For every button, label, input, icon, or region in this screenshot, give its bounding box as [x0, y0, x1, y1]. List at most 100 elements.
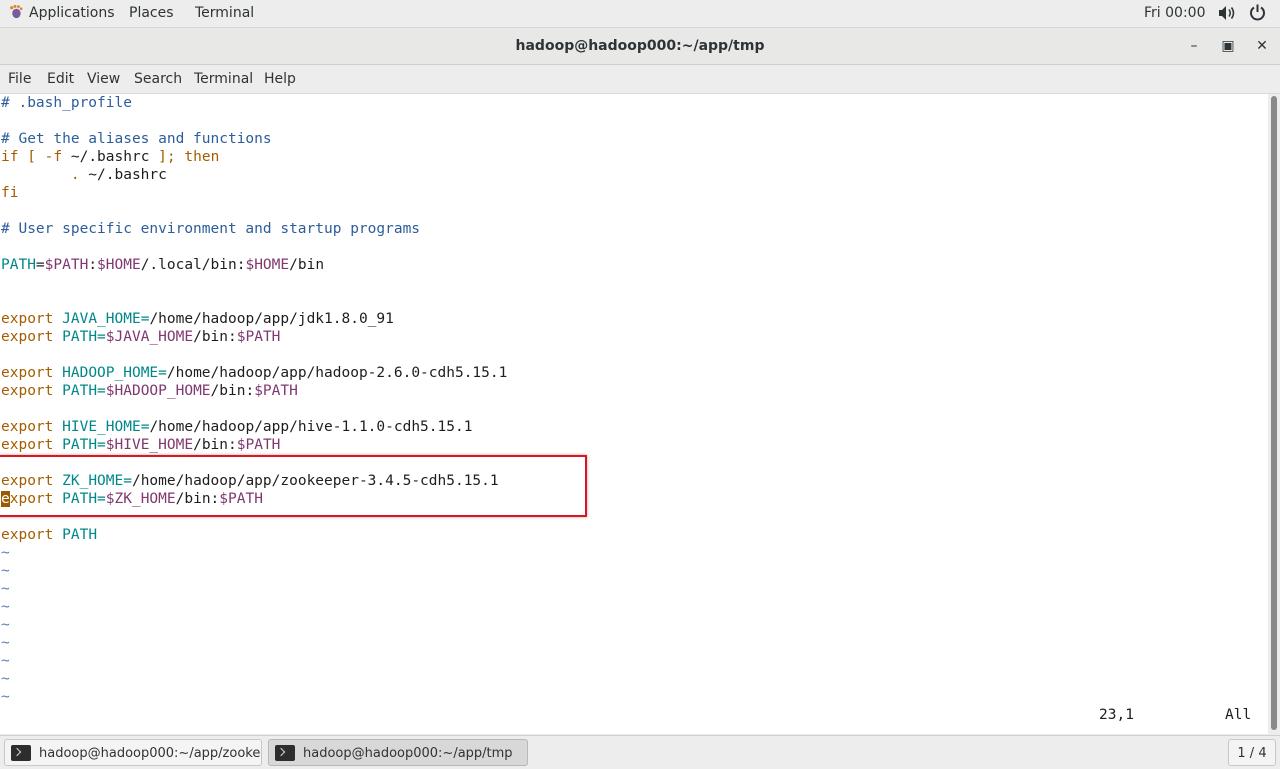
code-token: $HIVE_HOME	[105, 437, 194, 453]
code-token: /home/hadoop/app/hadoop-2.6.0-cdh5.15.1	[166, 365, 508, 381]
code-token: $JAVA_HOME	[105, 329, 194, 345]
editor-line: if [ -f ~/.bashrc ]; then	[1, 148, 219, 166]
task-tmp-terminal[interactable]: hadoop@hadoop000:~/app/tmp	[268, 739, 528, 766]
code-token: # .bash_profile	[1, 95, 132, 111]
editor-line: export HIVE_HOME=/home/hadoop/app/hive-1…	[1, 418, 472, 436]
task-zookeeper-terminal[interactable]: hadoop@hadoop000:~/app/zookee...	[4, 739, 262, 766]
applications-label: Applications	[29, 5, 115, 21]
code-token: $PATH	[44, 257, 89, 273]
menu-help[interactable]: Help	[264, 65, 296, 93]
code-token: .	[70, 167, 80, 183]
editor-line: ~	[1, 634, 10, 652]
code-token: ~	[1, 545, 10, 561]
top-panel: Applications Places Terminal Fri 00:00	[0, 0, 1280, 28]
window-title-bar[interactable]: hadoop@hadoop000:~/app/tmp – ▣ ✕	[0, 28, 1280, 65]
code-token: JAVA_HOME=	[62, 311, 150, 327]
cursor-position: 23,1	[1099, 707, 1134, 723]
editor-line: export HADOOP_HOME=/home/hadoop/app/hado…	[1, 364, 507, 382]
applications-menu[interactable]: Applications	[8, 0, 115, 27]
editor-line: # User specific environment and startup …	[1, 220, 420, 238]
code-token: ~	[1, 617, 10, 633]
menu-view[interactable]: View	[87, 65, 120, 93]
code-token: export	[1, 419, 54, 435]
code-token: :	[88, 257, 98, 273]
task-label: hadoop@hadoop000:~/app/zookee...	[39, 746, 262, 761]
minimize-button[interactable]: –	[1185, 37, 1203, 55]
code-token: export	[1, 437, 54, 453]
code-token: # Get the aliases and functions	[1, 131, 272, 147]
code-token: [	[27, 149, 36, 165]
code-token: /bin:	[193, 329, 237, 345]
code-token: ~	[1, 671, 10, 687]
taskbar: hadoop@hadoop000:~/app/zookee... hadoop@…	[0, 735, 1280, 769]
editor-line: ~	[1, 562, 10, 580]
code-token: ~/.bashrc	[62, 149, 159, 165]
editor-line: # .bash_profile	[1, 94, 132, 112]
gnome-foot-icon	[10, 4, 23, 19]
scrollbar-thumb[interactable]	[1271, 96, 1277, 730]
window-title: hadoop@hadoop000:~/app/tmp	[515, 38, 765, 54]
menu-edit[interactable]: Edit	[47, 65, 74, 93]
volume-icon[interactable]	[1218, 5, 1236, 21]
editor-line: ~	[1, 616, 10, 634]
code-token: ];	[158, 149, 176, 165]
menu-search[interactable]: Search	[134, 65, 182, 93]
editor-line: # Get the aliases and functions	[1, 130, 272, 148]
terminal-app-menu[interactable]: Terminal	[195, 0, 254, 27]
code-token: then	[184, 149, 220, 165]
code-token: $HADOOP_HOME	[105, 383, 211, 399]
editor-line: ~	[1, 544, 10, 562]
code-token: export	[1, 311, 54, 327]
code-token: if	[1, 149, 19, 165]
code-token: fi	[1, 185, 19, 201]
places-menu[interactable]: Places	[129, 0, 174, 27]
code-token: ~	[1, 635, 10, 651]
code-token: /home/hadoop/app/jdk1.8.0_91	[149, 311, 394, 327]
menu-bar: File Edit View Search Terminal Help	[0, 65, 1280, 94]
editor-line: export JAVA_HOME=/home/hadoop/app/jdk1.8…	[1, 310, 394, 328]
code-token: ~	[1, 599, 10, 615]
maximize-button[interactable]: ▣	[1219, 37, 1237, 55]
power-icon[interactable]	[1249, 4, 1266, 21]
code-token: export	[1, 365, 54, 381]
code-token: PATH=	[62, 437, 106, 453]
terminal-icon	[275, 745, 295, 761]
clock[interactable]: Fri 00:00	[1144, 0, 1205, 27]
code-token: /.local/bin:	[140, 257, 246, 273]
editor-line: export PATH=$HIVE_HOME/bin:$PATH	[1, 436, 280, 454]
code-token: =	[35, 257, 45, 273]
workspace-indicator[interactable]: 1 / 4	[1228, 739, 1276, 766]
terminal-content[interactable]: # .bash_profile # Get the aliases and fun…	[0, 94, 1268, 734]
scrollbar[interactable]	[1268, 94, 1280, 734]
code-token: ~	[1, 581, 10, 597]
editor-line: export PATH	[1, 526, 97, 544]
code-token: HIVE_HOME=	[62, 419, 150, 435]
code-token: HADOOP_HOME=	[62, 365, 167, 381]
code-token: ~	[1, 563, 10, 579]
editor-line: ~	[1, 598, 10, 616]
code-token: $HOME	[245, 257, 290, 273]
menu-file[interactable]: File	[8, 65, 31, 93]
code-token: /bin:	[193, 437, 237, 453]
scroll-scope: All	[1225, 707, 1252, 723]
code-token: PATH=	[62, 329, 106, 345]
code-token: /bin:	[210, 383, 255, 399]
close-button[interactable]: ✕	[1253, 37, 1271, 55]
menu-terminal[interactable]: Terminal	[194, 65, 253, 93]
code-token: # User specific environment and startup …	[1, 221, 421, 237]
editor-line: ~	[1, 580, 10, 598]
code-token: /bin	[289, 257, 325, 273]
code-token: /home/hadoop/app/hive-1.1.0-cdh5.15.1	[149, 419, 473, 435]
editor-line: . ~/.bashrc	[1, 166, 167, 184]
code-token: -f	[44, 149, 63, 165]
editor-line: ~	[1, 652, 10, 670]
highlight-box	[0, 455, 587, 517]
